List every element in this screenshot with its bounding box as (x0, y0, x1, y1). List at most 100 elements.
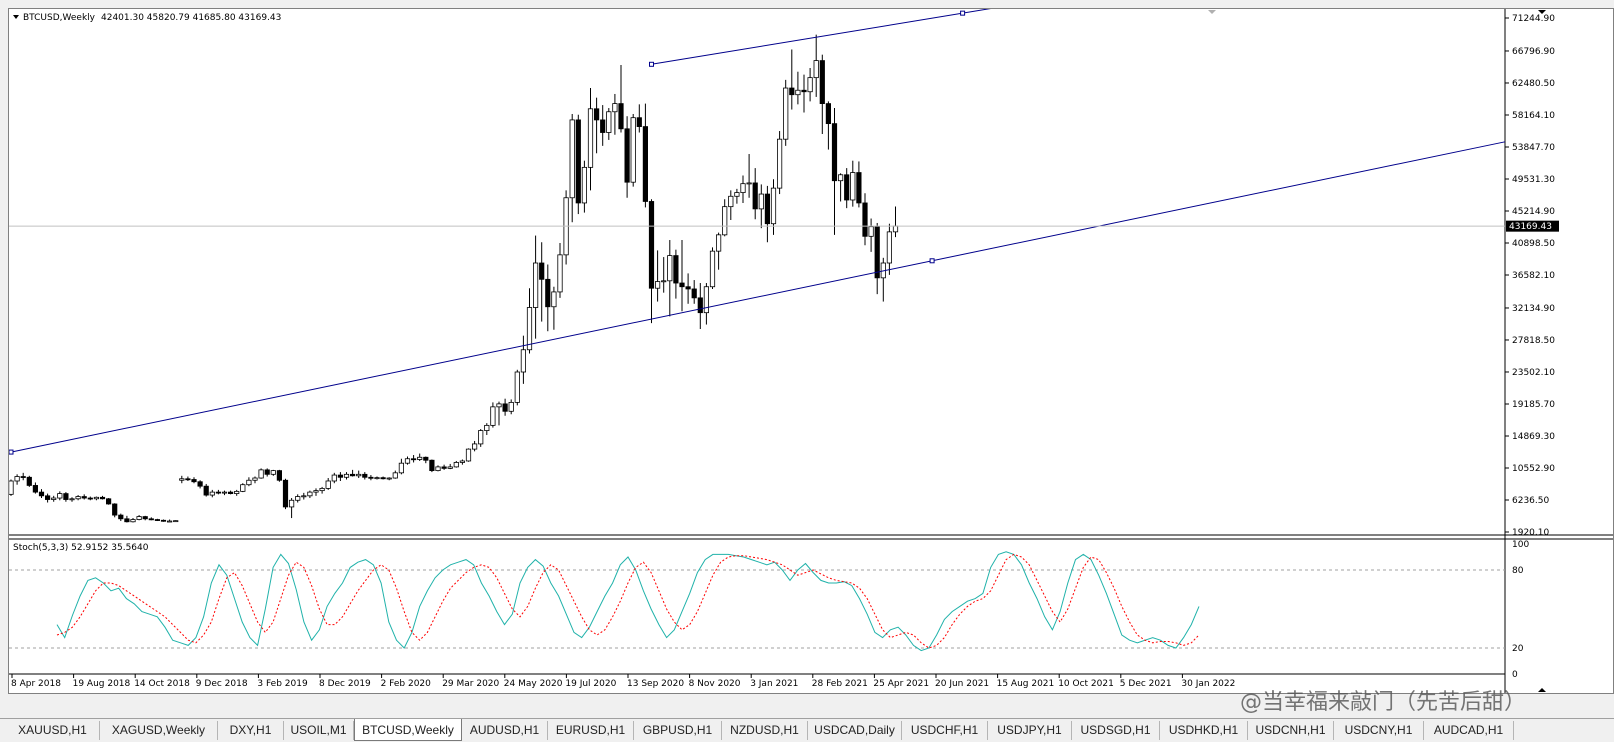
candle-body-bull (587, 108, 594, 168)
tab-eurusd-h1[interactable]: EURUSD,H1 (548, 721, 634, 740)
time-tick-label: 29 Mar 2020 (442, 679, 499, 689)
candle-body-bull (850, 172, 856, 201)
candle (630, 113, 636, 187)
tab-usdhkd-h1[interactable]: USDHKD,H1 (1160, 721, 1248, 740)
tab-nzdusd-h1[interactable]: NZDUSD,H1 (722, 721, 808, 740)
candle-body-bull (758, 193, 764, 210)
candle-body-bull (319, 488, 325, 492)
candle-body-bear (575, 119, 581, 204)
tab-xauusd-h1[interactable]: XAUUSD,H1 (6, 721, 100, 740)
candle-body-bear (441, 466, 447, 469)
candle-body-bear (648, 201, 655, 289)
price-tick-label: 6236.50 (1512, 496, 1549, 506)
candle-body-bear (600, 119, 606, 133)
candle-body-bull (526, 307, 533, 351)
candle-body-bull (740, 183, 746, 193)
tab-audusd-h1[interactable]: AUDUSD,H1 (462, 721, 548, 740)
time-tick-label: 30 Jan 2022 (1181, 679, 1235, 689)
candle-body-bear (862, 202, 868, 237)
candle-body-bull (716, 234, 722, 252)
chart-window[interactable]: BTCUSD,Weekly 42401.30 45820.79 41685.80… (8, 0, 1614, 694)
candle-body-bull (392, 472, 398, 479)
candle-body-bull (240, 484, 246, 492)
candle (465, 448, 472, 462)
chart-canvas[interactable]: BTCUSD,Weekly 42401.30 45820.79 41685.80… (8, 0, 1613, 693)
trendline-anchor[interactable] (649, 61, 654, 67)
candle-body-bull (69, 498, 75, 501)
candle-body-bear (191, 479, 197, 483)
indicator-axis-label: 80 (1512, 566, 1524, 576)
candle-body-bull (496, 403, 502, 408)
candle (777, 131, 783, 195)
candle-body-bull (398, 462, 405, 474)
candle-body-bear (502, 403, 508, 412)
candle-body-bull (551, 291, 557, 308)
time-tick-label: 19 Jul 2020 (565, 679, 616, 689)
chart-header: BTCUSD,Weekly 42401.30 45820.79 41685.80… (13, 13, 281, 23)
candle-body-bull (313, 490, 319, 493)
candle-body-bull (569, 119, 575, 199)
tab-usdjpy-h1[interactable]: USDJPY,H1 (988, 721, 1072, 740)
time-tick-label: 3 Feb 2019 (257, 679, 308, 689)
candle-body-bear (423, 456, 429, 461)
candle-body-bull (295, 496, 301, 501)
tab-usdcnh-h1[interactable]: USDCNH,H1 (1248, 721, 1334, 740)
candle-body-bear (697, 297, 703, 314)
candle-body-bear (752, 182, 758, 210)
candle (203, 483, 209, 497)
candle-body-bull (838, 174, 844, 182)
tab-xagusd-weekly[interactable]: XAGUSD,Weekly (100, 721, 218, 740)
candle-body-bear (154, 519, 160, 521)
candle-body-bull (606, 111, 612, 133)
candle-body-bull (520, 349, 527, 373)
candle-body-bull (435, 466, 441, 472)
candle-body-bear (45, 495, 51, 500)
price-tick-label: 40898.50 (1512, 239, 1555, 249)
trendline-anchor[interactable] (8, 449, 14, 455)
candle-body-bear (825, 103, 832, 125)
candle-body-bear (124, 518, 130, 523)
price-pane[interactable] (9, 9, 1505, 535)
time-axis[interactable]: 8 Apr 2018 19 Aug 2018 14 Oct 2018 9 Dec 20… (11, 674, 1235, 689)
tab-usdchf-h1[interactable]: USDCHF,H1 (902, 721, 988, 740)
candle-body-bull (557, 254, 563, 293)
current-price-text: 43169.43 (1509, 222, 1552, 232)
price-tick-label: 66796.90 (1512, 47, 1555, 57)
candle-body-bull (807, 77, 813, 93)
candle (563, 190, 569, 265)
tab-usdcad-daily[interactable]: USDCAD,Daily (808, 721, 902, 740)
trendline-anchor[interactable] (960, 10, 966, 16)
stochastic-pane[interactable]: Stoch(5,3,3) 52.9152 35.5640 100 80 20 0 (9, 540, 1529, 680)
trendline-anchor[interactable] (929, 258, 935, 264)
tab-btcusd-weekly[interactable]: BTCUSD,Weekly (354, 719, 462, 741)
candle-body-bull (484, 424, 490, 431)
candle-body-bull (57, 493, 63, 499)
candle-body-bear (81, 496, 87, 499)
tab-usdsgd-h1[interactable]: USDSGD,H1 (1072, 721, 1160, 740)
candle-body-bull (612, 103, 618, 113)
price-tick-label: 1920.10 (1512, 528, 1549, 538)
candle-body-bull (288, 499, 295, 508)
tab-usoil-m1[interactable]: USOIL,M1 (284, 721, 354, 740)
candle-body-bear (368, 476, 374, 479)
tab-dxy-h1[interactable]: DXY,H1 (218, 721, 284, 740)
time-tick-label: 8 Apr 2018 (11, 679, 61, 689)
candle-body-bear (227, 491, 234, 494)
candle-body-bull (252, 477, 258, 481)
price-axis[interactable]: 71244.90 66796.90 62480.50 58164.10 53847.70… (1505, 14, 1555, 538)
time-tick-label: 25 Apr 2021 (873, 679, 929, 689)
tab-usdcny-h1[interactable]: USDCNY,H1 (1334, 721, 1424, 740)
tab-gbpusd-h1[interactable]: GBPUSD,H1 (634, 721, 722, 740)
candle-body-bull (892, 225, 899, 233)
tab-audcad-h1[interactable]: AUDCAD,H1 (1424, 721, 1514, 740)
candle-body-bear (380, 477, 386, 480)
candle (240, 483, 246, 493)
candle-body-bull (478, 430, 484, 445)
candle-body-bull (508, 401, 514, 412)
candle-body-bear (160, 519, 167, 522)
price-tick-label: 49531.30 (1512, 175, 1555, 185)
candle-body-bear (26, 476, 32, 486)
indicator-header: Stoch(5,3,3) 52.9152 35.5640 (13, 543, 149, 553)
autoscroll-marker-icon (1538, 688, 1546, 692)
time-tick-label: 14 Oct 2018 (134, 679, 190, 689)
